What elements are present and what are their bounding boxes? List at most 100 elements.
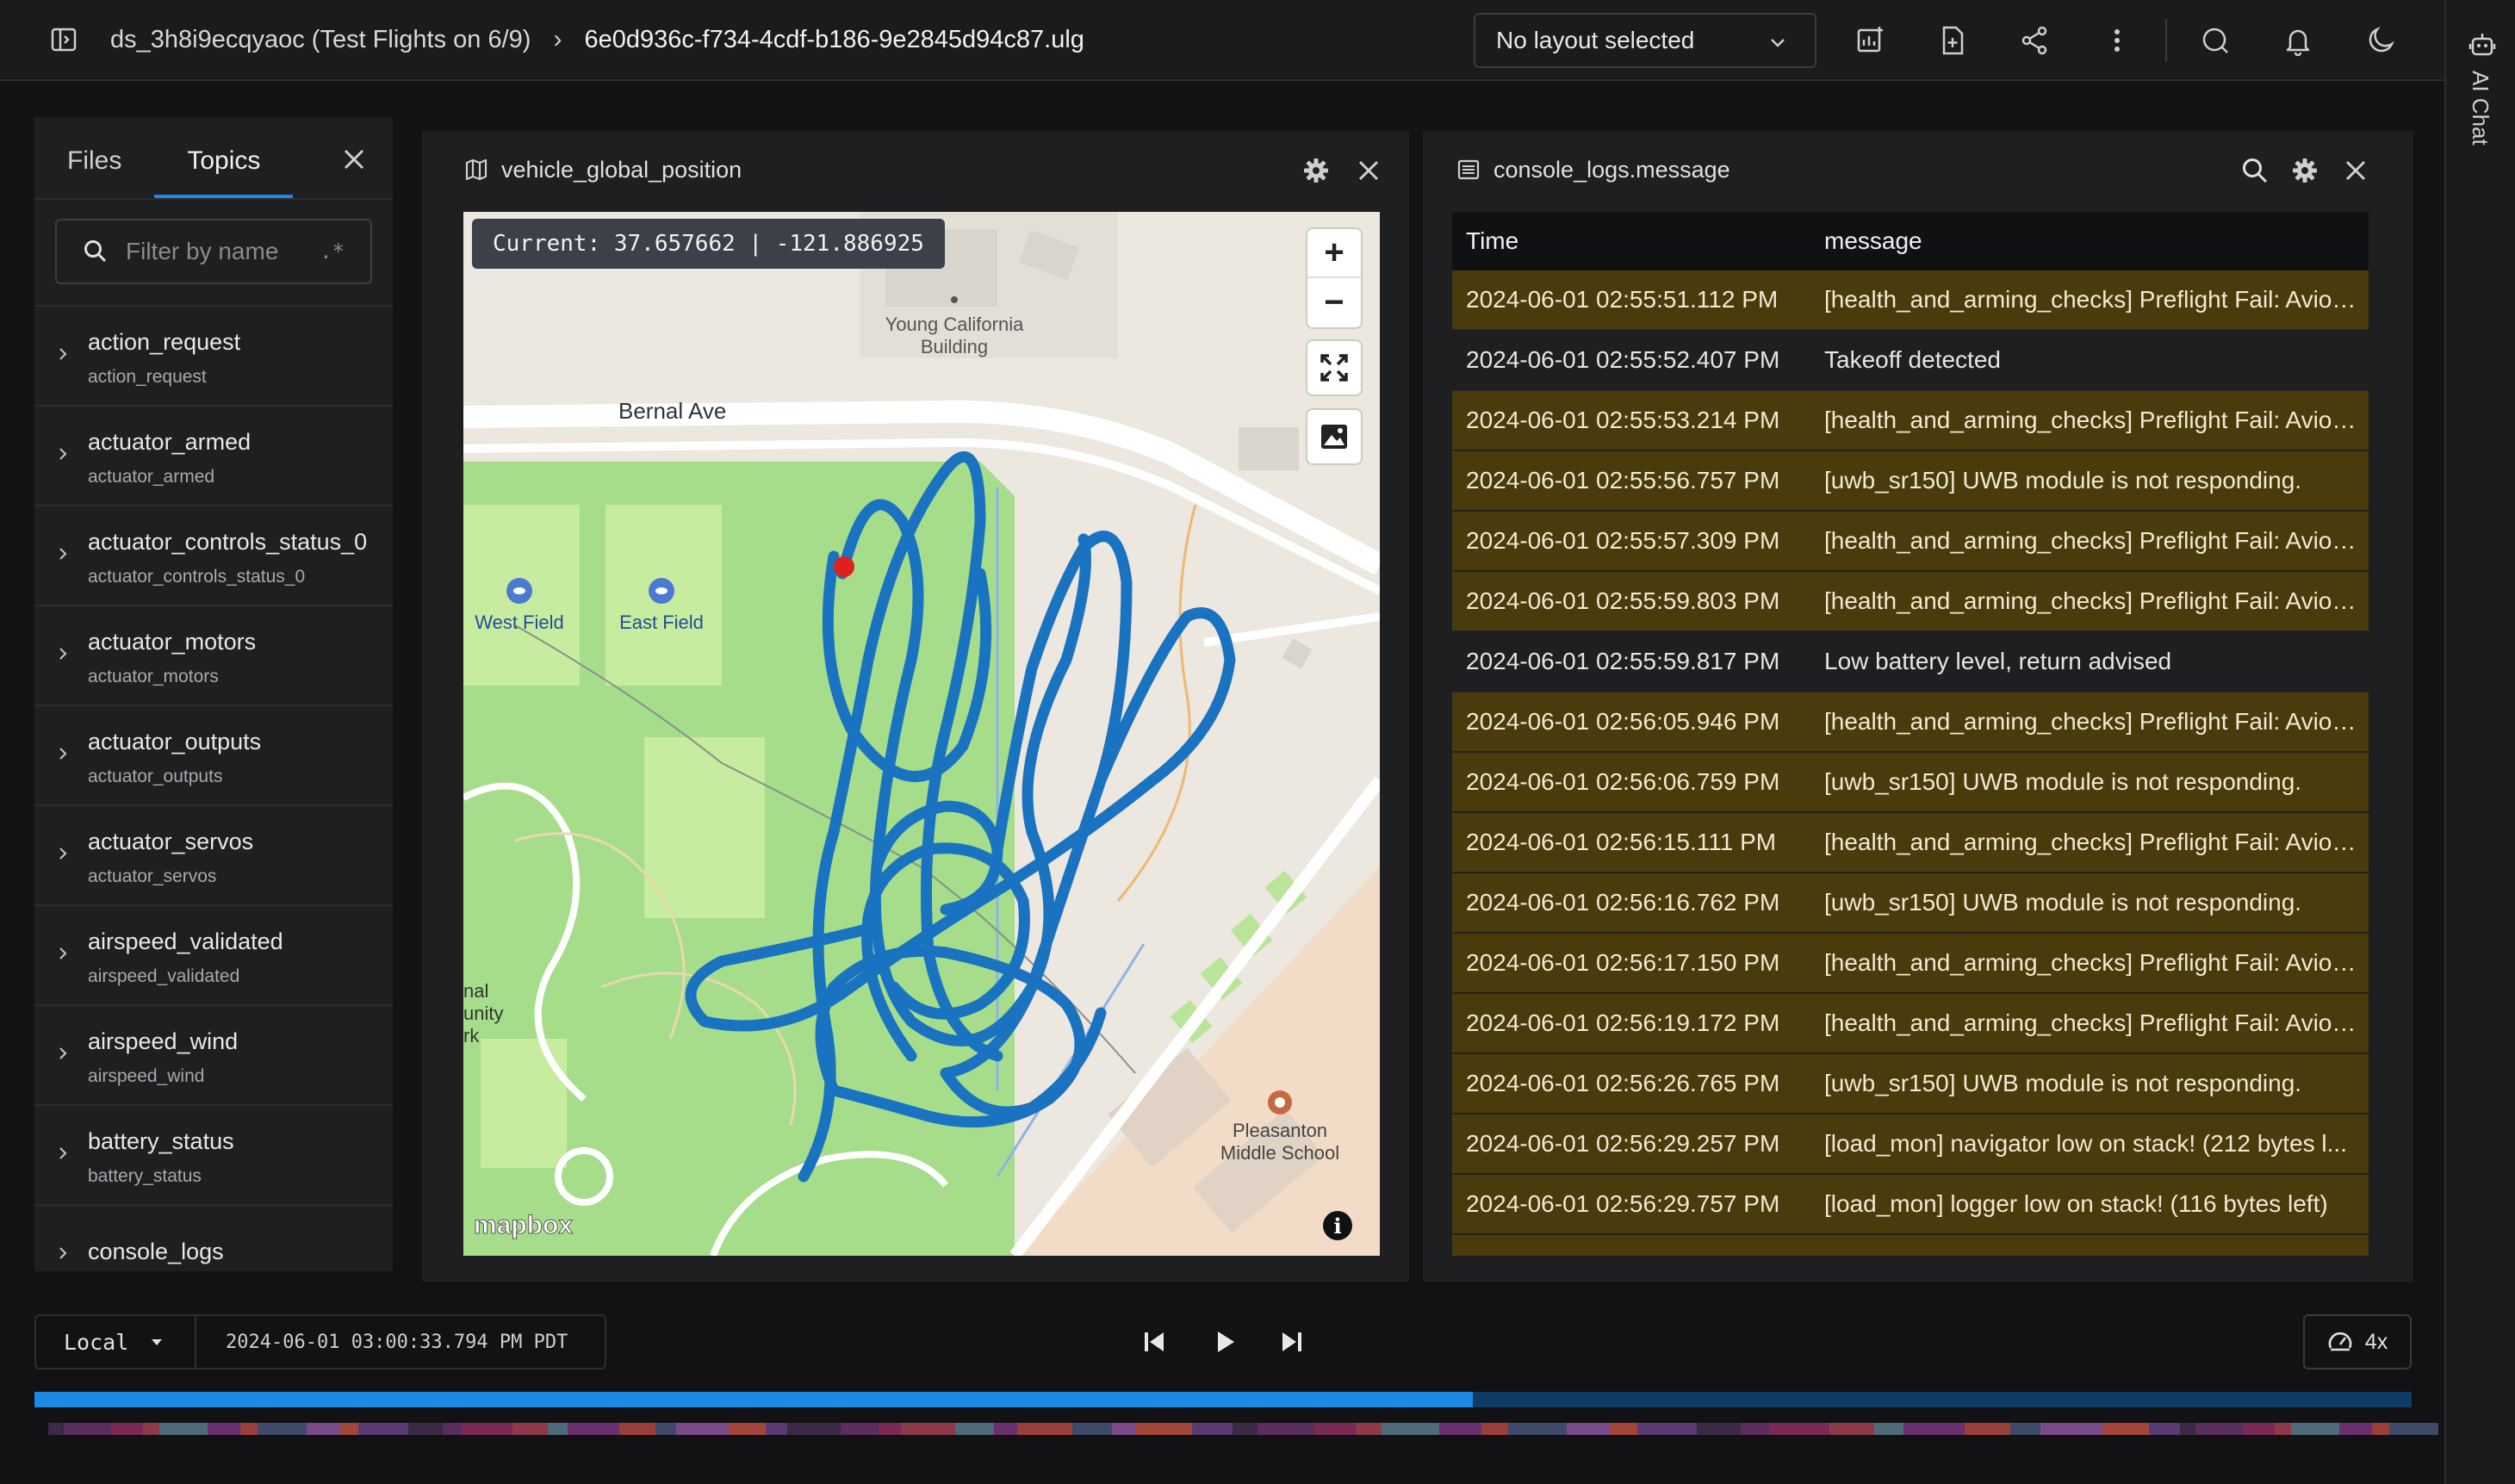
timeline-segment [64, 1423, 111, 1435]
regex-toggle[interactable]: .* [320, 239, 345, 264]
list-icon [1457, 159, 1480, 180]
gear-icon[interactable] [1302, 157, 1330, 184]
search-icon[interactable] [2241, 157, 2269, 184]
log-row[interactable]: 2024-06-01 02:56:16.762 PM [uwb_sr150] UW… [1452, 873, 2369, 934]
topic-item[interactable]: actuator_servos actuator_servos [34, 806, 393, 906]
play-button[interactable] [1206, 1323, 1244, 1361]
tab-files[interactable]: Files [34, 146, 154, 198]
search-icon [84, 240, 107, 263]
search-icon[interactable] [2198, 23, 2232, 58]
timeline-segment [548, 1423, 568, 1435]
current-timestamp: 2024-06-01 03:00:33.794 PM PDT [226, 1331, 568, 1353]
chevron-right-icon[interactable] [53, 844, 72, 863]
log-row[interactable]: 2024-06-01 02:56:15.111 PM [health_and_ar… [1452, 813, 2369, 873]
playback-progress-bar[interactable] [34, 1392, 2412, 1407]
log-row[interactable]: 2024-06-01 02:55:53.214 PM [health_and_ar… [1452, 391, 2369, 451]
breadcrumb-file[interactable]: 6e0d936c-f734-4cdf-b186-9e2845d94c87.ulg [584, 26, 1084, 54]
new-document-icon[interactable] [1935, 23, 1970, 58]
log-message: [health_and_arming_checks] Preflight Fai… [1824, 527, 2358, 554]
log-row[interactable]: 2024-06-01 02:55:51.112 PM [health_and_ar… [1452, 270, 2369, 331]
log-row[interactable]: 2024-06-01 02:55:59.803 PM [health_and_ar… [1452, 572, 2369, 632]
log-row[interactable]: 2024-06-01 02:55:52.407 PM Takeoff detect… [1452, 331, 2369, 391]
close-icon[interactable] [1356, 158, 1382, 183]
zoom-controls: + − [1307, 229, 1361, 327]
fit-bounds-button[interactable] [1307, 341, 1361, 394]
log-row[interactable]: 2024-06-01 02:55:59.817 PM Low battery le… [1452, 632, 2369, 692]
chevron-right-icon[interactable] [53, 944, 72, 963]
playback-speed-button[interactable]: 4x [2303, 1314, 2412, 1369]
topic-name: console_logs [88, 1239, 224, 1264]
breadcrumb-dataset[interactable]: ds_3h8i9ecqyaoc (Test Flights on 6/9) [110, 26, 531, 54]
moon-icon[interactable] [2363, 23, 2398, 58]
filter-placeholder: Filter by name [126, 238, 279, 264]
zoom-out-button[interactable]: − [1307, 278, 1361, 327]
close-icon[interactable] [341, 146, 367, 172]
attribution-info-icon[interactable]: i [1323, 1211, 1352, 1240]
share-icon[interactable] [2017, 23, 2052, 58]
log-row[interactable]: 2024-06-01 02:55:56.757 PM [uwb_sr150] UW… [1452, 451, 2369, 512]
satellite-toggle-button[interactable] [1307, 410, 1361, 463]
play-icon [1218, 1332, 1234, 1352]
chevron-right-icon[interactable] [53, 1144, 72, 1163]
timeline-segment [340, 1423, 358, 1435]
gear-icon[interactable] [2291, 157, 2319, 184]
timeline-segment [1314, 1423, 1356, 1435]
chevron-right-icon[interactable] [53, 1244, 72, 1263]
vehicle-position-marker [834, 556, 854, 577]
layout-select[interactable]: No layout selected [1474, 13, 1816, 68]
event-timeline[interactable] [48, 1423, 2438, 1435]
topic-item[interactable]: actuator_controls_status_0 actuator_contr… [34, 506, 393, 606]
timeline-segment [2040, 1423, 2102, 1435]
map-view[interactable]: Bernal Ave Young California Building Wes… [463, 212, 1380, 1256]
topic-item[interactable]: actuator_outputs actuator_outputs [34, 706, 393, 806]
topic-name: actuator_controls_status_0 [88, 529, 368, 555]
topic-item[interactable]: actuator_armed actuator_armed [34, 407, 393, 506]
timeline-segment [462, 1423, 512, 1435]
timeline-segment [1072, 1423, 1112, 1435]
column-header-message[interactable]: message [1824, 227, 1922, 255]
topic-item[interactable]: console_logs [34, 1206, 393, 1271]
timeline-segment [2010, 1423, 2040, 1435]
bell-icon[interactable] [2281, 23, 2315, 58]
topic-item[interactable]: battery_status battery_status [34, 1106, 393, 1206]
sidebar-toggle-icon[interactable] [47, 22, 81, 57]
close-icon[interactable] [2343, 158, 2369, 183]
log-message: [load_mon] logger low on stack! (116 byt… [1824, 1190, 2328, 1217]
topic-item[interactable]: actuator_motors actuator_motors [34, 606, 393, 706]
log-row[interactable]: 2024-06-01 02:56:29.257 PM [load_mon] nav… [1452, 1115, 2369, 1175]
chevron-right-icon[interactable] [53, 345, 72, 363]
log-message: [health_and_arming_checks] Preflight Fai… [1824, 1009, 2358, 1036]
log-row[interactable]: 2024-06-01 02:56:26.765 PM [uwb_sr150] UW… [1452, 1054, 2369, 1115]
skip-forward-button[interactable] [1273, 1323, 1311, 1361]
add-panel-icon[interactable] [1854, 23, 1888, 58]
topic-type: action_request [88, 367, 207, 387]
map-icon [465, 158, 487, 181]
tab-topics[interactable]: Topics [154, 146, 294, 198]
log-row[interactable]: 2024-06-01 02:56:05.946 PM [health_and_ar… [1452, 692, 2369, 753]
more-vertical-icon[interactable] [2100, 23, 2134, 58]
chevron-right-icon[interactable] [53, 444, 72, 463]
column-header-time[interactable]: Time [1452, 227, 1824, 255]
chevron-right-icon[interactable] [53, 1044, 72, 1063]
topic-filter-input[interactable]: Filter by name .* [55, 219, 372, 284]
chevron-right-icon[interactable] [53, 744, 72, 763]
topic-list: action_request action_request actuator_arm… [34, 305, 393, 1271]
zoom-in-button[interactable]: + [1307, 229, 1361, 278]
chevron-right-icon[interactable] [53, 644, 72, 663]
mapbox-logo[interactable]: mapbox [473, 1211, 573, 1240]
topic-type: actuator_servos [88, 866, 217, 886]
ai-chat-rail[interactable]: AI Chat [2444, 0, 2515, 1484]
log-row[interactable]: 2024-06-01 02:56:17.150 PM [health_and_ar… [1452, 934, 2369, 994]
topic-item[interactable]: airspeed_wind airspeed_wind [34, 1006, 393, 1106]
topic-item[interactable]: action_request action_request [34, 307, 393, 407]
timezone-select[interactable]: Local [36, 1316, 196, 1368]
chevron-right-icon[interactable] [53, 544, 72, 563]
log-row[interactable]: 2024-06-01 02:56:19.172 PM [health_and_ar… [1452, 994, 2369, 1054]
log-row[interactable]: 2024-06-01 02:55:57.309 PM [health_and_ar… [1452, 512, 2369, 572]
topic-type: actuator_outputs [88, 767, 223, 786]
log-row[interactable]: 2024-06-01 02:56:29.757 PM [load_mon] log… [1452, 1175, 2369, 1235]
log-row[interactable]: 2024-06-01 02:56:06.759 PM [uwb_sr150] UW… [1452, 753, 2369, 813]
topic-item[interactable]: airspeed_validated airspeed_validated [34, 906, 393, 1006]
log-table-header: Time message [1452, 212, 2369, 270]
skip-back-button[interactable] [1135, 1323, 1173, 1361]
